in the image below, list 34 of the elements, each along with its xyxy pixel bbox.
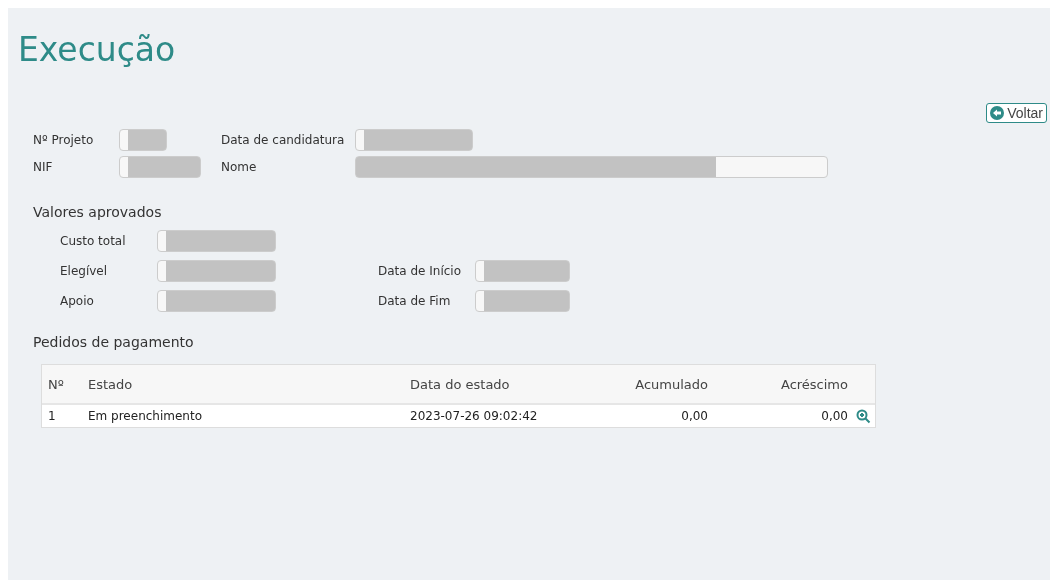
field-label: Custo total xyxy=(60,234,127,248)
field-label: Data de candidatura xyxy=(221,133,346,147)
back-button[interactable]: Voltar xyxy=(986,103,1047,123)
column-header: Estado xyxy=(88,376,134,392)
column-header: Acréscimo xyxy=(779,376,848,392)
input-field[interactable] xyxy=(475,260,570,282)
column-header: Nº xyxy=(48,376,65,392)
input-field[interactable] xyxy=(157,290,276,312)
zoom-in-icon[interactable] xyxy=(856,408,871,424)
input-field[interactable] xyxy=(119,156,201,178)
field-label: NIF xyxy=(33,160,54,174)
field-label: Apoio xyxy=(60,294,95,308)
input-field[interactable] xyxy=(157,230,276,252)
field-label: Nº Projeto xyxy=(33,133,95,147)
table-cell-text: 0,00 xyxy=(820,409,848,423)
input-field[interactable] xyxy=(355,156,828,178)
field-label: Elegível xyxy=(60,264,109,278)
table-cell-text: 1 xyxy=(48,409,57,423)
section-heading: Pedidos de pagamento xyxy=(33,334,195,350)
column-header: Data do estado xyxy=(410,376,511,392)
table-cell-text: 0,00 xyxy=(680,409,708,423)
column-header: Acumulado xyxy=(634,376,708,392)
input-field[interactable] xyxy=(475,290,570,312)
input-field[interactable] xyxy=(119,129,167,151)
table-cell-text: Em preenchimento xyxy=(88,409,203,423)
section-heading: Valores aprovados xyxy=(33,204,163,220)
table-cell-text: 2023-07-26 09:02:42 xyxy=(410,409,539,423)
field-label: Nome xyxy=(221,160,258,174)
page-title: Execução xyxy=(18,30,177,69)
input-field[interactable] xyxy=(355,129,473,151)
field-label: Data de Início xyxy=(378,264,463,278)
back-arrow-icon xyxy=(990,106,1005,120)
input-field[interactable] xyxy=(157,260,276,282)
field-label: Data de Fim xyxy=(378,294,452,308)
